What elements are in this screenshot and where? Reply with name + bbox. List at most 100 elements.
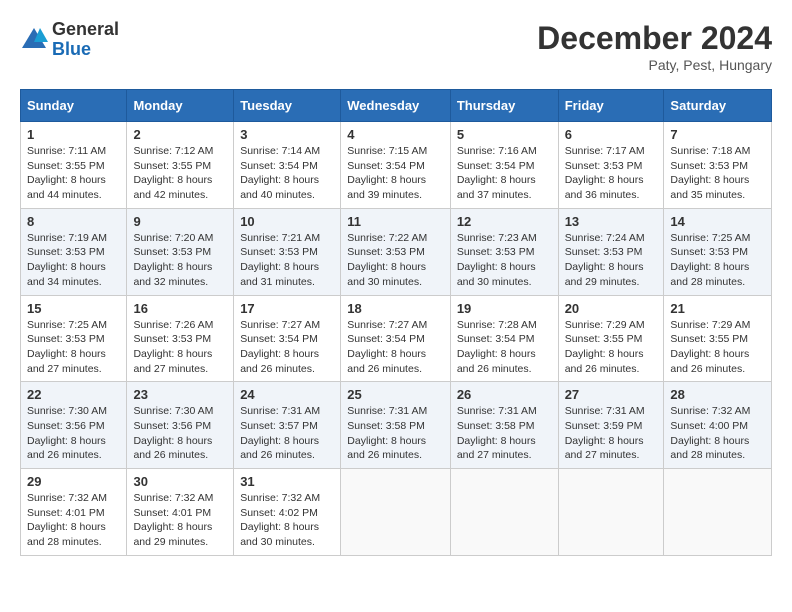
col-header-thursday: Thursday <box>450 90 558 122</box>
day-number: 15 <box>27 301 120 316</box>
logo-icon <box>20 26 48 54</box>
calendar-week-row: 8Sunrise: 7:19 AMSunset: 3:53 PMDaylight… <box>21 208 772 295</box>
day-number: 9 <box>133 214 227 229</box>
col-header-tuesday: Tuesday <box>234 90 341 122</box>
day-info: Sunrise: 7:31 AMSunset: 3:59 PMDaylight:… <box>565 404 658 463</box>
calendar-cell: 2 Sunrise: 7:12 AMSunset: 3:55 PMDaylight… <box>127 122 234 209</box>
day-info: Sunrise: 7:30 AMSunset: 3:56 PMDaylight:… <box>27 404 120 463</box>
location-text: Paty, Pest, Hungary <box>537 57 772 73</box>
day-number: 23 <box>133 387 227 402</box>
day-info: Sunrise: 7:12 AMSunset: 3:55 PMDaylight:… <box>133 144 227 203</box>
calendar-cell: 10Sunrise: 7:21 AMSunset: 3:53 PMDayligh… <box>234 208 341 295</box>
calendar-week-row: 22 Sunrise: 7:30 AMSunset: 3:56 PMDayligh… <box>21 382 772 469</box>
calendar-cell: 4Sunrise: 7:15 AMSunset: 3:54 PMDaylight… <box>341 122 451 209</box>
calendar-header-row: SundayMondayTuesdayWednesdayThursdayFrid… <box>21 90 772 122</box>
calendar-cell <box>341 469 451 556</box>
calendar-cell: 26 Sunrise: 7:31 AMSunset: 3:58 PMDayligh… <box>450 382 558 469</box>
calendar-cell: 29Sunrise: 7:32 AMSunset: 4:01 PMDayligh… <box>21 469 127 556</box>
day-info: Sunrise: 7:29 AMSunset: 3:55 PMDaylight:… <box>670 318 765 377</box>
day-number: 5 <box>457 127 552 142</box>
calendar-cell <box>664 469 772 556</box>
day-info: Sunrise: 7:14 AMSunset: 3:54 PMDaylight:… <box>240 144 334 203</box>
calendar-cell: 27 Sunrise: 7:31 AMSunset: 3:59 PMDayligh… <box>558 382 664 469</box>
calendar-week-row: 1 Sunrise: 7:11 AMSunset: 3:55 PMDaylight… <box>21 122 772 209</box>
calendar-cell: 13Sunrise: 7:24 AMSunset: 3:53 PMDayligh… <box>558 208 664 295</box>
month-title: December 2024 <box>537 20 772 57</box>
day-number: 22 <box>27 387 120 402</box>
day-info: Sunrise: 7:30 AMSunset: 3:56 PMDaylight:… <box>133 404 227 463</box>
day-info: Sunrise: 7:18 AMSunset: 3:53 PMDaylight:… <box>670 144 765 203</box>
day-info: Sunrise: 7:27 AMSunset: 3:54 PMDaylight:… <box>347 318 444 377</box>
day-info: Sunrise: 7:28 AMSunset: 3:54 PMDaylight:… <box>457 318 552 377</box>
calendar-cell: 15 Sunrise: 7:25 AMSunset: 3:53 PMDayligh… <box>21 295 127 382</box>
day-info: Sunrise: 7:31 AMSunset: 3:58 PMDaylight:… <box>457 404 552 463</box>
calendar-cell: 8Sunrise: 7:19 AMSunset: 3:53 PMDaylight… <box>21 208 127 295</box>
calendar-cell: 7 Sunrise: 7:18 AMSunset: 3:53 PMDaylight… <box>664 122 772 209</box>
day-info: Sunrise: 7:23 AMSunset: 3:53 PMDaylight:… <box>457 231 552 290</box>
calendar-cell: 31 Sunrise: 7:32 AMSunset: 4:02 PMDayligh… <box>234 469 341 556</box>
calendar-cell: 11 Sunrise: 7:22 AMSunset: 3:53 PMDayligh… <box>341 208 451 295</box>
calendar-cell <box>558 469 664 556</box>
calendar-cell: 20Sunrise: 7:29 AMSunset: 3:55 PMDayligh… <box>558 295 664 382</box>
day-info: Sunrise: 7:32 AMSunset: 4:01 PMDaylight:… <box>133 491 227 550</box>
calendar-table: SundayMondayTuesdayWednesdayThursdayFrid… <box>20 89 772 556</box>
col-header-monday: Monday <box>127 90 234 122</box>
calendar-body: 1 Sunrise: 7:11 AMSunset: 3:55 PMDaylight… <box>21 122 772 556</box>
calendar-cell: 30Sunrise: 7:32 AMSunset: 4:01 PMDayligh… <box>127 469 234 556</box>
calendar-cell: 24Sunrise: 7:31 AMSunset: 3:57 PMDayligh… <box>234 382 341 469</box>
logo-general-text: General <box>52 20 119 40</box>
day-info: Sunrise: 7:26 AMSunset: 3:53 PMDaylight:… <box>133 318 227 377</box>
day-number: 10 <box>240 214 334 229</box>
calendar-cell: 12 Sunrise: 7:23 AMSunset: 3:53 PMDayligh… <box>450 208 558 295</box>
day-info: Sunrise: 7:17 AMSunset: 3:53 PMDaylight:… <box>565 144 658 203</box>
calendar-cell: 1 Sunrise: 7:11 AMSunset: 3:55 PMDaylight… <box>21 122 127 209</box>
day-number: 3 <box>240 127 334 142</box>
calendar-cell: 17Sunrise: 7:27 AMSunset: 3:54 PMDayligh… <box>234 295 341 382</box>
day-info: Sunrise: 7:24 AMSunset: 3:53 PMDaylight:… <box>565 231 658 290</box>
day-number: 25 <box>347 387 444 402</box>
day-number: 31 <box>240 474 334 489</box>
calendar-cell: 25 Sunrise: 7:31 AMSunset: 3:58 PMDayligh… <box>341 382 451 469</box>
calendar-week-row: 29Sunrise: 7:32 AMSunset: 4:01 PMDayligh… <box>21 469 772 556</box>
col-header-wednesday: Wednesday <box>341 90 451 122</box>
day-number: 12 <box>457 214 552 229</box>
day-info: Sunrise: 7:31 AMSunset: 3:57 PMDaylight:… <box>240 404 334 463</box>
col-header-sunday: Sunday <box>21 90 127 122</box>
calendar-cell: 14Sunrise: 7:25 AMSunset: 3:53 PMDayligh… <box>664 208 772 295</box>
day-info: Sunrise: 7:16 AMSunset: 3:54 PMDaylight:… <box>457 144 552 203</box>
calendar-cell: 22 Sunrise: 7:30 AMSunset: 3:56 PMDayligh… <box>21 382 127 469</box>
day-info: Sunrise: 7:25 AMSunset: 3:53 PMDaylight:… <box>27 318 120 377</box>
day-number: 1 <box>27 127 120 142</box>
logo: General Blue <box>20 20 119 60</box>
day-number: 28 <box>670 387 765 402</box>
day-number: 14 <box>670 214 765 229</box>
day-info: Sunrise: 7:31 AMSunset: 3:58 PMDaylight:… <box>347 404 444 463</box>
calendar-cell: 16 Sunrise: 7:26 AMSunset: 3:53 PMDayligh… <box>127 295 234 382</box>
day-number: 16 <box>133 301 227 316</box>
calendar-cell: 5 Sunrise: 7:16 AMSunset: 3:54 PMDaylight… <box>450 122 558 209</box>
day-number: 11 <box>347 214 444 229</box>
day-number: 21 <box>670 301 765 316</box>
calendar-cell <box>450 469 558 556</box>
logo-blue-text: Blue <box>52 40 119 60</box>
day-info: Sunrise: 7:22 AMSunset: 3:53 PMDaylight:… <box>347 231 444 290</box>
calendar-cell: 18Sunrise: 7:27 AMSunset: 3:54 PMDayligh… <box>341 295 451 382</box>
day-info: Sunrise: 7:32 AMSunset: 4:02 PMDaylight:… <box>240 491 334 550</box>
calendar-cell: 3 Sunrise: 7:14 AMSunset: 3:54 PMDaylight… <box>234 122 341 209</box>
day-number: 2 <box>133 127 227 142</box>
day-info: Sunrise: 7:15 AMSunset: 3:54 PMDaylight:… <box>347 144 444 203</box>
day-number: 27 <box>565 387 658 402</box>
calendar-cell: 28Sunrise: 7:32 AMSunset: 4:00 PMDayligh… <box>664 382 772 469</box>
day-number: 19 <box>457 301 552 316</box>
day-info: Sunrise: 7:32 AMSunset: 4:01 PMDaylight:… <box>27 491 120 550</box>
day-number: 17 <box>240 301 334 316</box>
day-info: Sunrise: 7:11 AMSunset: 3:55 PMDaylight:… <box>27 144 120 203</box>
calendar-cell: 19 Sunrise: 7:28 AMSunset: 3:54 PMDayligh… <box>450 295 558 382</box>
col-header-friday: Friday <box>558 90 664 122</box>
day-number: 26 <box>457 387 552 402</box>
day-number: 7 <box>670 127 765 142</box>
col-header-saturday: Saturday <box>664 90 772 122</box>
day-number: 20 <box>565 301 658 316</box>
calendar-cell: 21 Sunrise: 7:29 AMSunset: 3:55 PMDayligh… <box>664 295 772 382</box>
calendar-cell: 9Sunrise: 7:20 AMSunset: 3:53 PMDaylight… <box>127 208 234 295</box>
